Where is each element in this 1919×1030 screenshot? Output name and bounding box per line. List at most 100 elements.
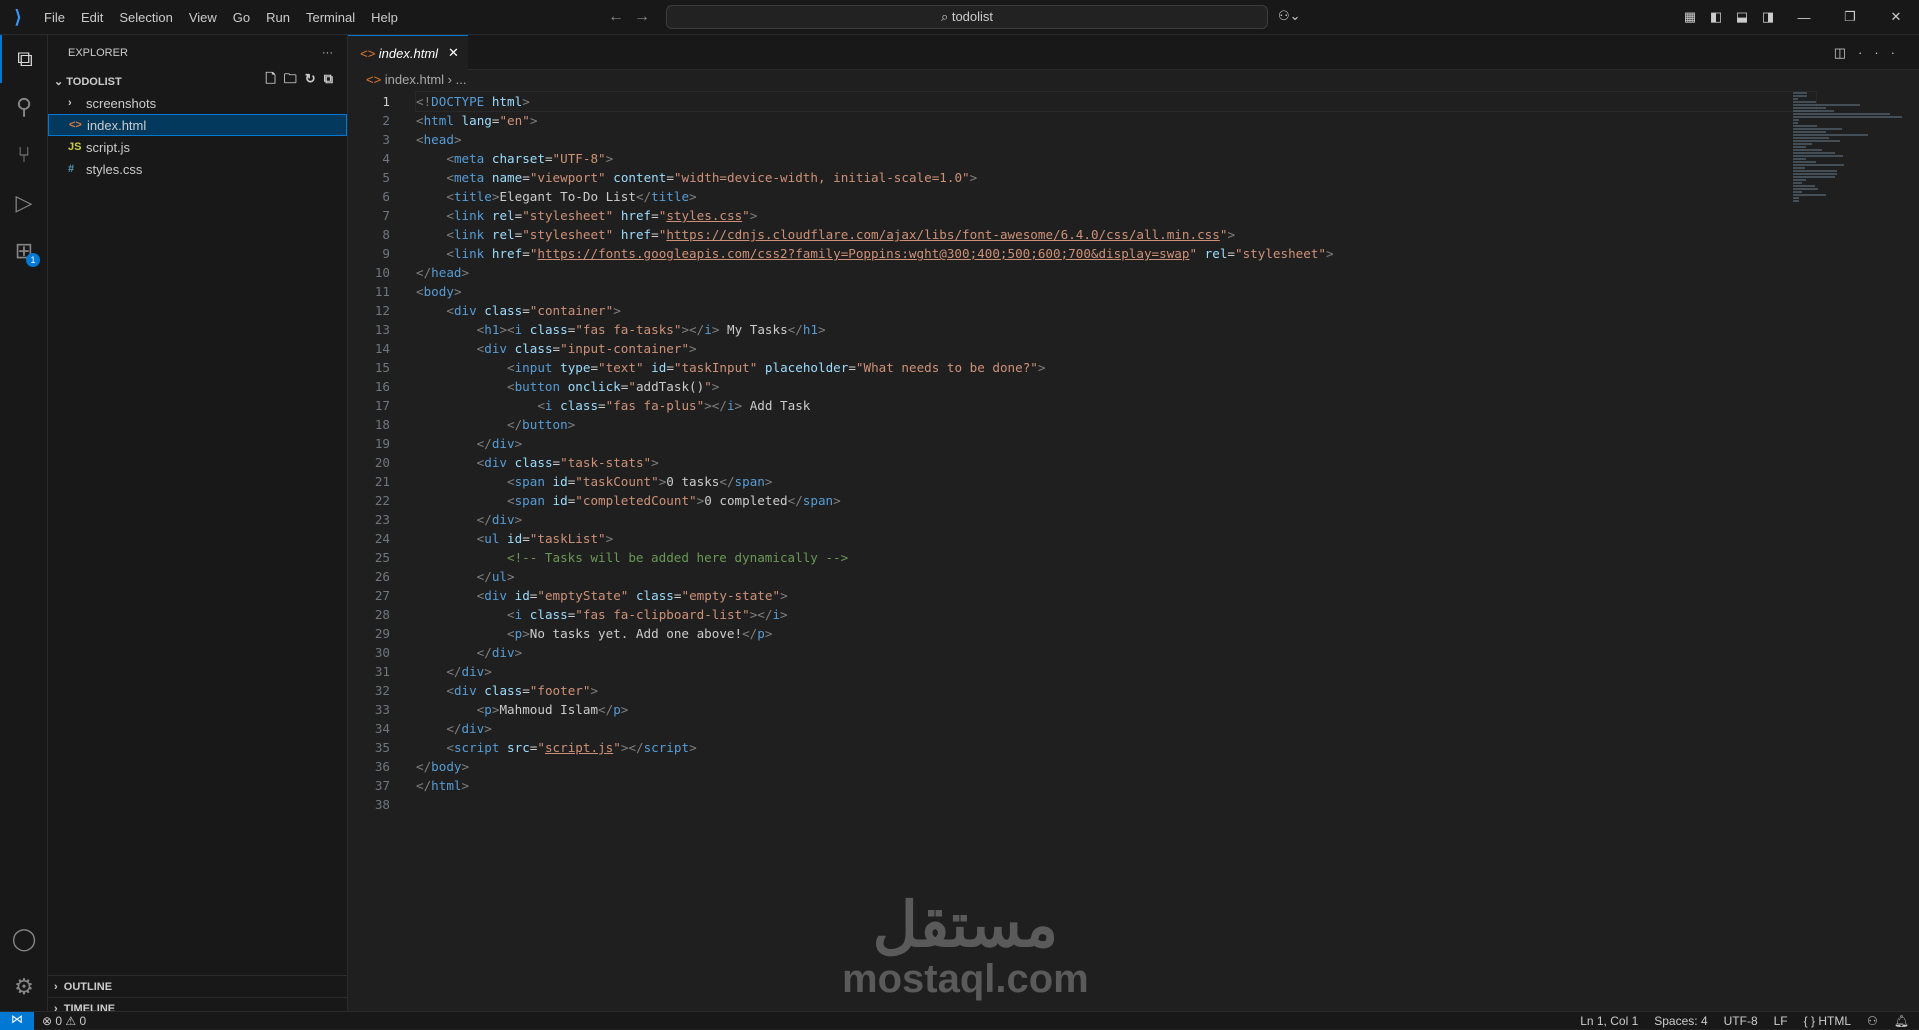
settings-gear-icon[interactable]: ⚙ xyxy=(0,963,48,1011)
code-line[interactable]: 13 <h1><i class="fas fa-tasks"></i> My T… xyxy=(348,320,1816,339)
tab-index-html[interactable]: <> index.html ✕ xyxy=(348,35,468,70)
code-line[interactable]: 33 <p>Mahmoud Islam</p> xyxy=(348,700,1816,719)
code-line[interactable]: 9 <link href="https://fonts.googleapis.c… xyxy=(348,244,1816,263)
code-line[interactable]: 28 <i class="fas fa-clipboard-list"></i> xyxy=(348,605,1816,624)
minimap[interactable] xyxy=(1793,92,1903,202)
menu-file[interactable]: File xyxy=(36,10,73,25)
code-line[interactable]: 37 </html> xyxy=(348,776,1816,795)
account-icon[interactable]: ◯ xyxy=(0,915,48,963)
problems-indicator[interactable]: ⊗ 0 ⚠ 0 xyxy=(42,1014,86,1028)
menu-selection[interactable]: Selection xyxy=(111,10,180,25)
token: "input-container" xyxy=(560,341,690,356)
code-line[interactable]: 11 <body> xyxy=(348,282,1816,301)
outline-section[interactable]: › OUTLINE xyxy=(48,975,348,997)
code-line[interactable]: 32 <div class="footer"> xyxy=(348,681,1816,700)
indentation[interactable]: Spaces: 4 xyxy=(1654,1014,1707,1028)
code-line[interactable]: 14 <div class="input-container"> xyxy=(348,339,1816,358)
explorer-icon[interactable]: ⧉ xyxy=(0,35,48,83)
toggle-sidebar-icon[interactable]: ◧ xyxy=(1703,9,1729,25)
copilot-status-icon[interactable]: ⚇ xyxy=(1867,1014,1878,1028)
menu-terminal[interactable]: Terminal xyxy=(298,10,363,25)
cursor-position[interactable]: Ln 1, Col 1 xyxy=(1580,1014,1638,1028)
code-line[interactable]: 20 <div class="task-stats"> xyxy=(348,453,1816,472)
code-line[interactable]: 10 </head> xyxy=(348,263,1816,282)
language-mode[interactable]: { } HTML xyxy=(1804,1014,1851,1028)
search-view-icon[interactable]: ⚲ xyxy=(0,83,48,131)
toggle-secondary-sidebar-icon[interactable]: ◨ xyxy=(1755,9,1781,25)
extensions-icon[interactable]: ⊞ 1 xyxy=(0,227,48,275)
code-line[interactable]: 27 <div id="emptyState" class="empty-sta… xyxy=(348,586,1816,605)
code-line[interactable]: 29 <p>No tasks yet. Add one above!</p> xyxy=(348,624,1816,643)
code-line[interactable]: 23 </div> xyxy=(348,510,1816,529)
code-editor[interactable]: 1 <!DOCTYPE html> 2 <html lang="en"> 3 <head>… xyxy=(348,91,1817,814)
code-line[interactable]: 17 <i class="fas fa-plus"></i> Add Task xyxy=(348,396,1816,415)
file-screenshots[interactable]: › screenshots xyxy=(48,92,347,114)
code-line[interactable]: 31 </div> xyxy=(348,662,1816,681)
minimap-line xyxy=(1793,173,1838,175)
code-line[interactable]: 1 <!DOCTYPE html> xyxy=(348,91,1817,112)
file-styles-css[interactable]: # styles.css xyxy=(48,158,347,180)
more-actions-icon[interactable]: ··· xyxy=(322,47,333,59)
notifications-bell-icon[interactable]: 🔔︎ xyxy=(1894,1014,1909,1028)
editor-more-icon[interactable]: ··· xyxy=(1858,45,1907,60)
close-window-icon[interactable]: ✕ xyxy=(1873,9,1919,25)
line-text: <i class="fas fa-plus"></i> Add Task xyxy=(416,396,810,415)
line-number: 10 xyxy=(374,265,390,280)
run-debug-icon[interactable]: ▷ xyxy=(0,179,48,227)
code-line[interactable]: 5 <meta name="viewport" content="width=d… xyxy=(348,168,1816,187)
token: </ xyxy=(742,626,758,641)
code-line[interactable]: 34 </div> xyxy=(348,719,1816,738)
code-line[interactable]: 4 <meta charset="UTF-8"> xyxy=(348,149,1816,168)
code-line[interactable]: 35 <script src="script.js"></script> xyxy=(348,738,1816,757)
code-line[interactable]: 3 <head> xyxy=(348,130,1816,149)
code-line[interactable]: 6 <title>Elegant To-Do List</title> xyxy=(348,187,1816,206)
menu-view[interactable]: View xyxy=(181,10,225,25)
code-line[interactable]: 24 <ul id="taskList"> xyxy=(348,529,1816,548)
code-line[interactable]: 12 <div class="container"> xyxy=(348,301,1816,320)
token: name xyxy=(491,170,523,185)
code-line[interactable]: 2 <html lang="en"> xyxy=(348,111,1816,130)
restore-icon[interactable]: ❐ xyxy=(1827,9,1873,25)
token: span xyxy=(514,493,545,508)
code-line[interactable]: 22 <span id="completedCount">0 completed… xyxy=(348,491,1816,510)
refresh-icon[interactable]: ↻ xyxy=(305,71,316,86)
new-folder-icon[interactable]: 🗀 xyxy=(284,71,297,86)
collapse-all-icon[interactable]: ⧉ xyxy=(324,71,333,86)
split-editor-icon[interactable]: ◫ xyxy=(1834,45,1858,60)
close-tab-icon[interactable]: ✕ xyxy=(448,45,459,61)
code-line[interactable]: 19 </div> xyxy=(348,434,1816,453)
token: div xyxy=(491,512,515,527)
line-number: 17 xyxy=(374,398,390,413)
toggle-panel-icon[interactable]: ⬓ xyxy=(1729,9,1755,25)
code-line[interactable]: 26 </ul> xyxy=(348,567,1816,586)
file-script-js[interactable]: JS script.js xyxy=(48,136,347,158)
token: rel xyxy=(491,227,515,242)
file-index-html[interactable]: <> index.html xyxy=(48,114,347,136)
code-line[interactable]: 7 <link rel="stylesheet" href="styles.cs… xyxy=(348,206,1816,225)
new-file-icon[interactable]: 🗋 xyxy=(265,71,275,86)
customize-layout-icon[interactable]: ▦ xyxy=(1677,9,1703,25)
remote-icon[interactable]: ⋈ xyxy=(0,1011,34,1030)
menu-edit[interactable]: Edit xyxy=(73,10,111,25)
menu-run[interactable]: Run xyxy=(258,10,298,25)
copilot-icon[interactable]: ⚇⌄ xyxy=(1278,8,1301,24)
code-line[interactable]: 30 </div> xyxy=(348,643,1816,662)
back-icon[interactable]: ← xyxy=(608,8,634,25)
code-line[interactable]: 15 <input type="text" id="taskInput" pla… xyxy=(348,358,1816,377)
code-line[interactable]: 16 <button onclick="addTask()"> xyxy=(348,377,1816,396)
minimize-icon[interactable]: — xyxy=(1781,10,1827,25)
menu-go[interactable]: Go xyxy=(225,10,258,25)
code-line[interactable]: 36 </body> xyxy=(348,757,1816,776)
source-control-icon[interactable]: ⑂ xyxy=(0,131,48,179)
code-line[interactable]: 25 <!-- Tasks will be added here dynamic… xyxy=(348,548,1816,567)
folder-todolist[interactable]: ⌄ TODOLIST 🗋 🗀 ↻ ⧉ xyxy=(48,70,347,92)
code-line[interactable]: 21 <span id="taskCount">0 tasks</span> xyxy=(348,472,1816,491)
code-line[interactable]: 18 </button> xyxy=(348,415,1816,434)
code-line[interactable]: 8 <link rel="stylesheet" href="https://c… xyxy=(348,225,1816,244)
command-center-search[interactable]: ⌕ todolist xyxy=(666,5,1268,29)
end-of-line[interactable]: LF xyxy=(1774,1014,1788,1028)
code-line[interactable]: 38 xyxy=(348,795,1816,814)
forward-icon[interactable]: → xyxy=(634,8,660,25)
menu-help[interactable]: Help xyxy=(363,10,406,25)
encoding[interactable]: UTF-8 xyxy=(1724,1014,1758,1028)
